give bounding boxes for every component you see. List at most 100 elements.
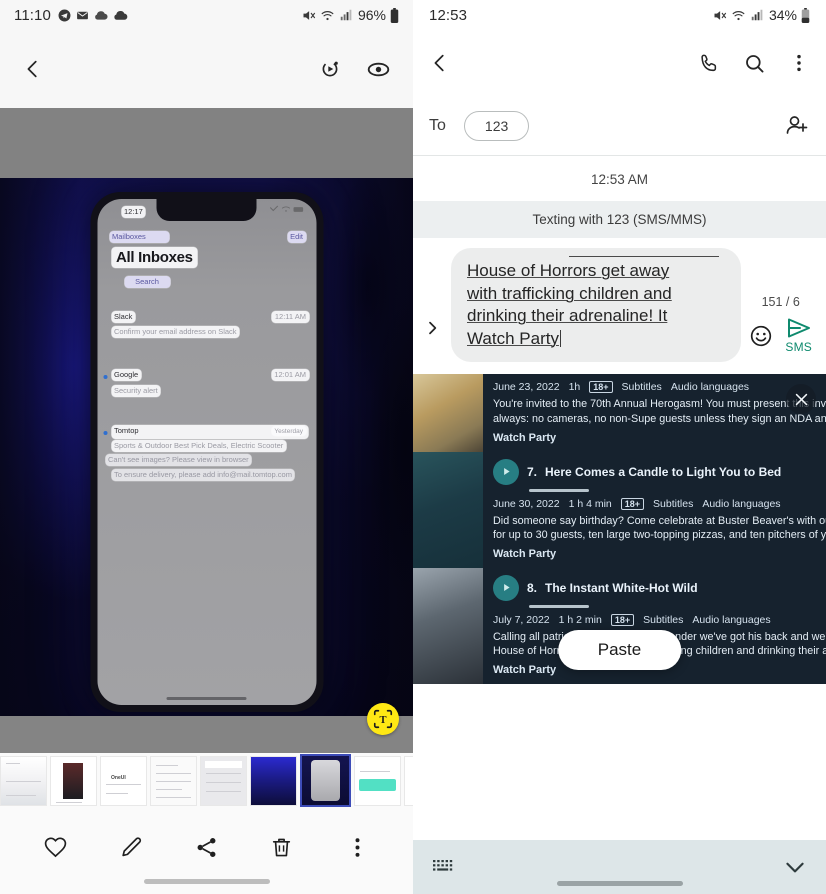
episode-row[interactable]: 7. Here Comes a Candle to Light You to B…	[413, 451, 826, 568]
chevron-down-icon[interactable]	[782, 854, 808, 880]
chevron-right-icon[interactable]	[419, 320, 445, 362]
episode-duration: 1 h 4 min	[568, 497, 612, 510]
filmstrip-thumbnail[interactable]	[354, 755, 401, 806]
pencil-icon[interactable]	[114, 830, 148, 864]
add-contact-icon[interactable]	[784, 113, 810, 139]
status-system-icons: 34%	[712, 7, 810, 23]
episode-thumbnail	[413, 567, 483, 684]
ocr-chip-time[interactable]: 12:17	[121, 206, 146, 218]
photo-filmstrip[interactable]: OneUI	[0, 753, 413, 808]
paste-button[interactable]: Paste	[557, 629, 682, 670]
ocr-chip-slack-subject[interactable]: Confirm your email address on Slack	[111, 326, 240, 338]
battery-percent: 34%	[768, 7, 797, 23]
ocr-chip-tomtop-subject[interactable]: Sports & Outdoor Best Pick Deals, Electr…	[111, 440, 287, 452]
episode-row[interactable]: June 23, 2022 1h 18+ Subtitles Audio lan…	[413, 374, 826, 452]
share-icon[interactable]	[189, 830, 223, 864]
search-icon[interactable]	[743, 52, 766, 75]
recipient-field[interactable]: To 123	[413, 96, 826, 156]
episode-details: June 23, 2022 1h 18+ Subtitles Audio lan…	[483, 374, 826, 452]
message-input-bubble[interactable]: House of Horrors get away with trafficki…	[451, 248, 742, 363]
episode-date: July 7, 2022	[493, 613, 550, 626]
filmstrip-thumbnail[interactable]	[200, 755, 247, 806]
back-icon[interactable]	[22, 58, 44, 80]
motion-photo-icon[interactable]	[318, 57, 342, 81]
filmstrip-thumbnail[interactable]	[0, 755, 47, 806]
eye-icon[interactable]	[366, 57, 391, 82]
ocr-chip-slack-time[interactable]: 12:11 AM	[271, 311, 309, 323]
message-line: Watch Party	[467, 328, 559, 348]
filmstrip-thumbnail-selected[interactable]	[300, 754, 351, 807]
text-scan-button[interactable]: T	[367, 703, 399, 735]
ocr-chip-tomtop-date[interactable]: Yesterday	[271, 426, 306, 437]
episode-thumbnail	[413, 374, 483, 452]
play-icon[interactable]	[493, 458, 519, 485]
episode-title: Here Comes a Candle to Light You to Bed	[545, 464, 782, 479]
more-vertical-icon[interactable]	[788, 52, 810, 74]
more-vertical-icon[interactable]	[340, 830, 374, 864]
ocr-chip-google-time[interactable]: 12:01 AM	[271, 369, 309, 381]
episode-rating-badge: 18+	[620, 497, 645, 510]
phone-icon[interactable]	[698, 52, 721, 75]
envelope-icon	[76, 9, 89, 22]
ocr-chip-all-inboxes[interactable]: All Inboxes	[111, 247, 198, 269]
ocr-chip-mailboxes[interactable]: Mailboxes	[109, 231, 169, 243]
system-home-indicator	[143, 879, 270, 884]
cloud-icon	[113, 10, 128, 21]
episode-meta: June 23, 2022 1h 18+ Subtitles Audio lan…	[493, 381, 826, 394]
filmstrip-thumbnail[interactable]	[250, 755, 297, 806]
ocr-chip-slack-sender[interactable]: Slack	[111, 311, 136, 323]
episode-title-row: 8. The Instant White-Hot Wild	[493, 574, 826, 601]
recipient-chip[interactable]: 123	[463, 110, 530, 141]
filmstrip-thumbnail[interactable]: OneUI	[100, 755, 147, 806]
keyboard-icon[interactable]	[431, 857, 457, 877]
mute-icon	[712, 8, 727, 23]
keyboard-toolbar	[413, 840, 826, 894]
ocr-chip-google-subject[interactable]: Security alert	[111, 385, 161, 397]
ocr-chip-google-sender[interactable]: Google	[111, 369, 142, 381]
cloud-icon	[94, 10, 108, 21]
battery-icon	[390, 7, 399, 23]
messages-app-bar	[413, 30, 826, 96]
episode-meta: July 7, 2022 1 h 2 min 18+ Subtitles Aud…	[493, 613, 826, 626]
episode-subtitles: Subtitles	[621, 381, 662, 394]
status-system-icons: 96%	[301, 7, 399, 23]
message-line: House of Horrors get away	[467, 261, 670, 280]
trash-icon[interactable]	[265, 830, 299, 864]
heart-icon[interactable]	[39, 830, 73, 864]
filmstrip-thumbnail[interactable]	[50, 755, 97, 806]
episode-duration: 1 h 2 min	[558, 613, 602, 626]
episode-duration: 1h	[568, 381, 581, 394]
unread-dot	[103, 375, 107, 379]
message-composer: House of Horrors get away with trafficki…	[413, 238, 826, 374]
message-input-text[interactable]: House of Horrors get away with trafficki…	[467, 260, 727, 350]
ocr-chip-edit[interactable]: Edit	[287, 231, 306, 243]
episode-thumbnail	[413, 451, 483, 568]
selection-top-underline	[569, 256, 720, 258]
watch-party-link[interactable]: Watch Party	[493, 548, 826, 560]
episode-title: The Instant White-Hot Wild	[545, 580, 698, 595]
filmstrip-thumbnail[interactable]	[404, 755, 413, 806]
character-counter: 151 / 6	[761, 295, 800, 310]
back-icon[interactable]	[429, 52, 451, 74]
episode-date: June 30, 2022	[493, 497, 560, 510]
ocr-chip-search[interactable]: Search	[124, 276, 170, 288]
photo-image[interactable]: 12:17 Mailboxes Edit All Inboxes Search …	[0, 178, 413, 716]
wifi-icon	[320, 8, 335, 23]
signal-icon	[750, 8, 764, 22]
filmstrip-thumbnail[interactable]	[150, 755, 197, 806]
messages-app-panel: 12:53 34% To 123 12:53 AM Texting with 1…	[413, 0, 826, 894]
ocr-chip-tomtop-preview1[interactable]: Can't see images? Please view in browser	[105, 454, 252, 466]
watch-party-link[interactable]: Watch Party	[493, 432, 826, 444]
episode-progress-bar	[529, 488, 589, 492]
play-icon[interactable]	[493, 574, 519, 601]
message-thread[interactable]: 12:53 AM Texting with 123 (SMS/MMS) Hous…	[413, 156, 826, 840]
photo-stage[interactable]: 12:17 Mailboxes Edit All Inboxes Search …	[0, 108, 413, 753]
send-button[interactable]: SMS	[785, 317, 812, 354]
episode-audio-languages: Audio languages	[670, 381, 750, 394]
attachment-preview[interactable]: June 23, 2022 1h 18+ Subtitles Audio lan…	[413, 374, 826, 684]
episode-rating-badge: 18+	[610, 613, 635, 626]
ocr-chip-tomtop-sender: Tomtop	[114, 425, 139, 435]
ocr-chip-tomtop-preview2[interactable]: To ensure delivery, please add info@mail…	[111, 469, 295, 481]
emoji-icon[interactable]	[749, 324, 773, 348]
message-line: with trafficking children and	[467, 283, 672, 303]
